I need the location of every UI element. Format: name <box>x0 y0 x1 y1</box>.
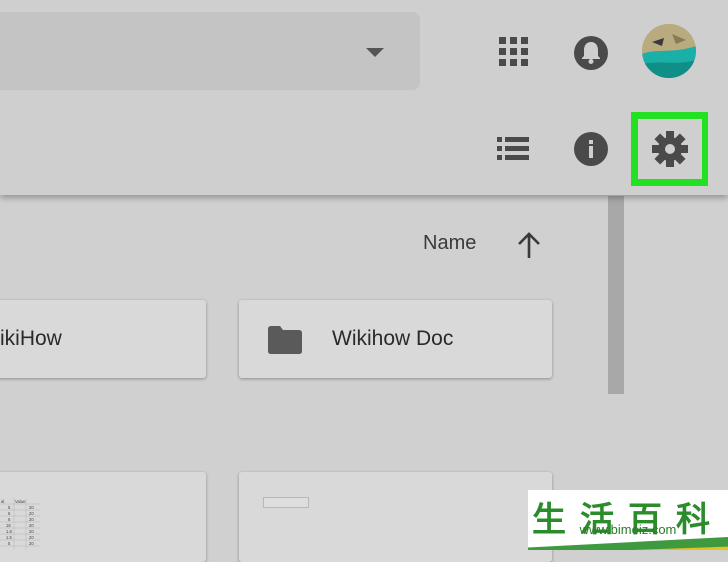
table-cell: 5 <box>8 505 11 510</box>
table-header: al <box>1 499 4 504</box>
document-preview <box>263 497 309 508</box>
grid-apps-icon[interactable] <box>494 32 534 72</box>
gear-icon[interactable] <box>637 119 702 179</box>
table-cell: 5 <box>8 517 11 522</box>
table-cell: 20 <box>29 535 34 540</box>
info-icon[interactable] <box>570 128 612 170</box>
file-card[interactable] <box>239 472 552 562</box>
settings-highlight[interactable] <box>631 112 708 186</box>
folder-icon <box>268 326 302 354</box>
arrow-up-icon[interactable] <box>516 232 542 260</box>
sort-name-label[interactable]: Name <box>423 232 476 255</box>
bell-icon[interactable] <box>570 30 612 74</box>
table-header: Value <box>15 499 26 504</box>
folder-name: ikiHow <box>0 327 62 350</box>
table-cell: 20 <box>29 505 34 510</box>
app-header <box>0 0 728 195</box>
table-cell: 20 <box>29 517 34 522</box>
watermark-url: www.bimeiz.com <box>579 522 677 537</box>
table-cell: 16 <box>6 523 11 528</box>
table-cell: 20 <box>29 541 34 546</box>
triangle-down-icon[interactable] <box>366 48 384 57</box>
table-cell: 20 <box>29 511 34 516</box>
table-cell: 20 <box>29 529 34 534</box>
table-cell: 6 <box>8 511 11 516</box>
table-cell: 1.5 <box>6 535 12 540</box>
folder-name: Wikihow Doc <box>332 327 454 350</box>
search-bar[interactable] <box>0 12 420 90</box>
table-cell: 5 <box>8 541 11 546</box>
scrollbar[interactable] <box>608 196 624 394</box>
list-view-icon[interactable] <box>494 134 532 164</box>
table-cell: 1.8 <box>6 529 12 534</box>
table-cell: 20 <box>29 523 34 528</box>
spreadsheet-preview: al Value 5 20 6 20 5 20 16 20 1.8 20 1.5… <box>0 498 40 550</box>
watermark: 生活百科 www.bimeiz.com <box>528 490 728 550</box>
avatar[interactable] <box>642 24 696 78</box>
